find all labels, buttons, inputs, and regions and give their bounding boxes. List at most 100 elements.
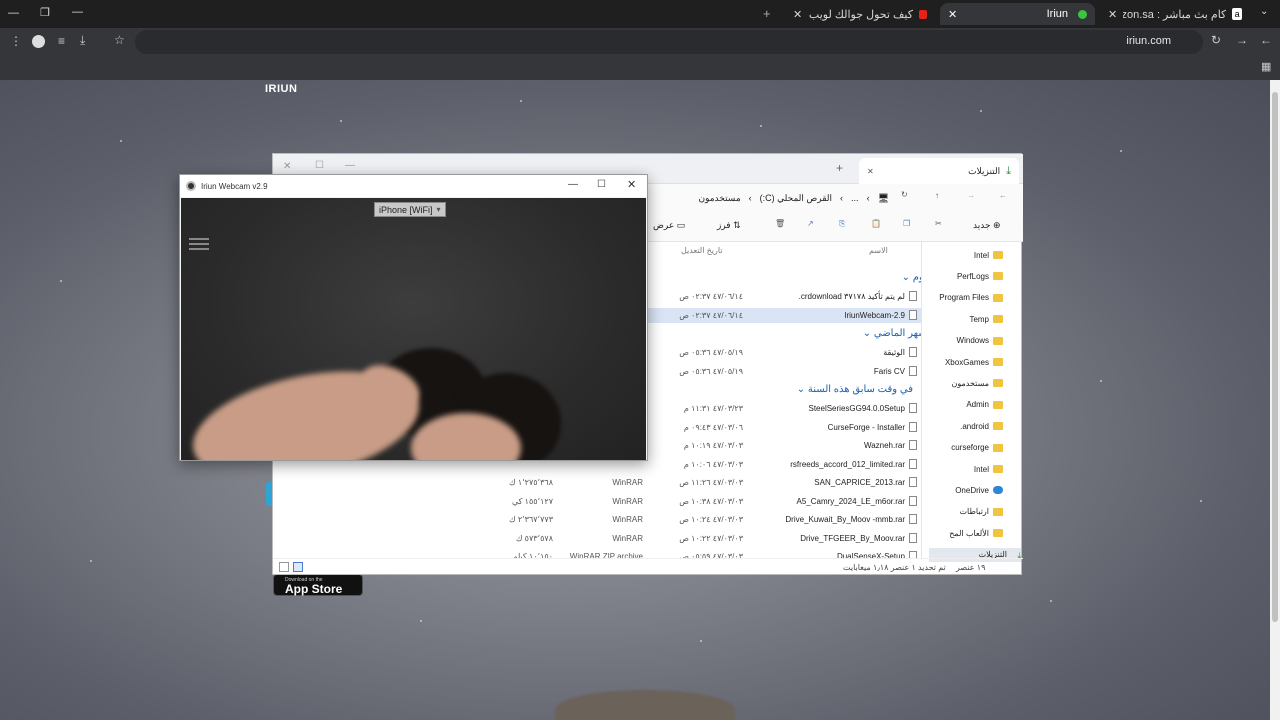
sidebar-item[interactable]: PerfLogs — [957, 269, 1003, 283]
tab-iriun[interactable]: Iriun ✕ — [940, 3, 1095, 25]
download-icon[interactable]: ⤓ — [80, 33, 85, 48]
cut-icon[interactable]: ✂ — [935, 219, 942, 228]
nav-forward-icon[interactable]: → — [967, 191, 975, 200]
webcam-maximize-icon[interactable]: ☐ — [597, 179, 606, 190]
sort-button[interactable]: فرز ⇅ — [717, 220, 741, 231]
forward-icon[interactable]: → — [1236, 33, 1248, 47]
sidebar-item[interactable]: Temp — [969, 312, 1003, 326]
tab-title: كام بث مباشر : Amazon.sa — [1123, 8, 1227, 21]
nav-refresh-icon[interactable]: ↻ — [901, 190, 908, 199]
file-row[interactable]: SAN_CAPRICE_2013.rar ٤٧/٠٣/٠٣ ١١:٢٦ ص WinR… — [273, 475, 921, 490]
group-header[interactable]: اليوم ⌄ — [793, 272, 921, 283]
sidebar-item[interactable]: Intel — [974, 248, 1003, 262]
file-row[interactable]: Drive_TFGEER_By_Moov.rar ٤٧/٠٣/٠٣ ١٠:٢٢ ص… — [273, 531, 921, 546]
column-header-name[interactable]: الاسم — [869, 246, 888, 255]
iriun-logo[interactable]: IRIUN — [265, 83, 297, 95]
webcam-close-icon[interactable]: ✕ — [627, 178, 636, 191]
file-size: ٥٧٣٬٥٧٨ ك — [515, 533, 553, 543]
file-icon — [909, 477, 917, 487]
bookmark-star-icon[interactable]: ☆ — [114, 33, 125, 47]
view-button[interactable]: عرض ▭ — [653, 220, 685, 231]
hamburger-menu-icon[interactable] — [189, 238, 209, 252]
file-name: Faris CV — [873, 366, 905, 376]
close-tab-icon[interactable]: ✕ — [867, 167, 874, 176]
file-name: A5_Camry_2024_LE_m6or.rar — [796, 496, 905, 506]
explorer-close-icon[interactable]: ✕ — [283, 161, 291, 172]
tab-youtube[interactable]: كيف تحول جوالك لويب كام؟💻🔥 ✕ — [785, 3, 935, 25]
sidebar-item-label: ارتباطات — [959, 507, 990, 517]
share-icon[interactable]: ↗ — [807, 219, 814, 228]
file-name: Drive_TFGEER_By_Moov.rar — [800, 533, 905, 543]
device-select[interactable]: iPhone [WiFi] ▾ — [374, 202, 446, 217]
new-item-button[interactable]: جديد ⊕ — [973, 220, 1001, 231]
file-type: WinRAR ZIP archive — [569, 552, 643, 558]
file-row[interactable]: DualSenseX-Setup ٤٧/٠٣/٠٣ ٠٥:٥٩ ص WinRAR Z… — [273, 549, 921, 558]
restore-window-icon[interactable]: ❐ — [40, 6, 50, 19]
sidebar-item[interactable]: Windows — [957, 334, 1003, 348]
sidebar-item[interactable]: OneDrive — [955, 483, 1003, 497]
file-size: ١٬٢٧٥٬٣٦٨ ك — [509, 478, 553, 487]
file-size: ١٠٬١٥٠ كيلو — [513, 552, 553, 558]
page-scrollbar-thumb[interactable] — [1272, 92, 1278, 622]
file-icon — [909, 458, 917, 469]
app-store-label: App Store — [285, 582, 343, 596]
folder-icon — [993, 529, 1003, 538]
details-view-icon[interactable] — [279, 562, 289, 572]
file-modified: ٤٧/٠٦/١٤ ٠٢:٣٧ ص — [679, 292, 743, 301]
close-tab-icon[interactable]: ✕ — [948, 8, 957, 21]
reading-list-icon[interactable]: ≡ — [58, 34, 65, 48]
file-icon — [909, 291, 917, 301]
webcam-video-feed: iPhone [WiFi] ▾ — [181, 198, 646, 460]
file-row[interactable]: Drive_Kuwait_By_Moov -mmb.rar ٤٧/٠٣/٠٣ ١٠… — [273, 512, 921, 527]
webcam-minimize-icon[interactable]: — — [568, 179, 578, 190]
explorer-tab-downloads[interactable]: ⤓ التنزيلات ✕ — [859, 158, 1019, 184]
breadcrumb-drive-c[interactable]: القرص المحلي (C:) — [760, 193, 832, 204]
close-tab-icon[interactable]: ✕ — [793, 8, 802, 21]
back-icon[interactable]: ← — [1260, 33, 1272, 47]
sidebar-item-label: curseforge — [951, 443, 989, 453]
explorer-new-tab-icon[interactable]: + — [836, 161, 843, 175]
file-type: WinRAR — [612, 496, 643, 506]
explorer-maximize-icon[interactable]: ☐ — [315, 160, 324, 171]
list-view-icon[interactable] — [293, 562, 303, 572]
nav-back-icon[interactable]: ← — [999, 191, 1007, 200]
sidebar-item[interactable]: android. — [960, 419, 1003, 433]
nav-up-icon[interactable]: ↑ — [935, 191, 939, 200]
minimize-window-icon[interactable]: — — [8, 7, 19, 19]
group-header[interactable]: الشهر الماضي ⌄ — [793, 328, 921, 339]
breadcrumb-users[interactable]: مستخدمون — [698, 193, 740, 204]
explorer-statusbar: ١٩ عنصر تم تحديد ١ عنصر ١٫١٨ ميغابايت — [273, 558, 1023, 576]
address-bar[interactable]: iriun.com — [135, 30, 1203, 54]
group-header[interactable]: في وقت سابق هذه السنة ⌄ — [773, 384, 913, 395]
file-row[interactable]: A5_Camry_2024_LE_m6or.rar ٤٧/٠٣/٠٣ ١٠:٣٨ … — [273, 494, 921, 509]
sidebar-item[interactable]: الألعاب المح — [949, 526, 1003, 540]
sidebar-item[interactable]: Admin — [966, 398, 1003, 412]
sidebar-item[interactable]: Intel — [974, 462, 1003, 476]
sidebar-item[interactable]: curseforge — [951, 441, 1003, 455]
menu-kebab-icon[interactable]: ⋮ — [10, 34, 22, 48]
close-window-icon[interactable]: — — [72, 6, 83, 18]
column-header-modified[interactable]: تاريخ التعديل — [681, 246, 723, 255]
sidebar-item[interactable]: مستخدمون — [951, 376, 1003, 390]
sidebar-item-label: Intel — [973, 464, 989, 474]
app-store-badge[interactable]: Download on the App Store — [273, 574, 363, 596]
reload-icon[interactable]: ↻ — [1211, 33, 1221, 47]
sidebar-item[interactable]: Program Files — [939, 291, 1003, 305]
file-modified: ٤٧/٠٣/٠٣ ١٠:٣٨ ص — [679, 496, 743, 506]
breadcrumb[interactable]: 🖥 › ... › القرص المحلي (C:) › مستخدمون — [659, 188, 889, 208]
tab-amazon[interactable]: a كام بث مباشر : Amazon.sa ✕ — [1100, 3, 1250, 25]
profile-avatar-icon[interactable] — [32, 35, 45, 48]
sidebar-item-label: مستخدمون — [951, 378, 990, 388]
copy-icon[interactable]: ❐ — [903, 219, 910, 228]
rename-icon[interactable]: ⎘ — [839, 219, 845, 229]
new-tab-icon[interactable]: + — [763, 6, 771, 21]
breadcrumb-more[interactable]: ... — [851, 193, 859, 203]
apps-grid-icon[interactable]: ▦ — [1261, 60, 1271, 73]
sidebar-item[interactable]: XboxGames — [945, 355, 1003, 369]
tab-search-icon[interactable]: ⌄ — [1260, 6, 1268, 17]
sidebar-item[interactable]: ارتباطات — [959, 505, 1003, 519]
paste-icon[interactable]: 📋 — [871, 219, 881, 228]
delete-icon[interactable]: 🗑 — [775, 219, 785, 228]
close-tab-icon[interactable]: ✕ — [1108, 8, 1117, 21]
explorer-minimize-icon[interactable]: — — [345, 160, 355, 171]
